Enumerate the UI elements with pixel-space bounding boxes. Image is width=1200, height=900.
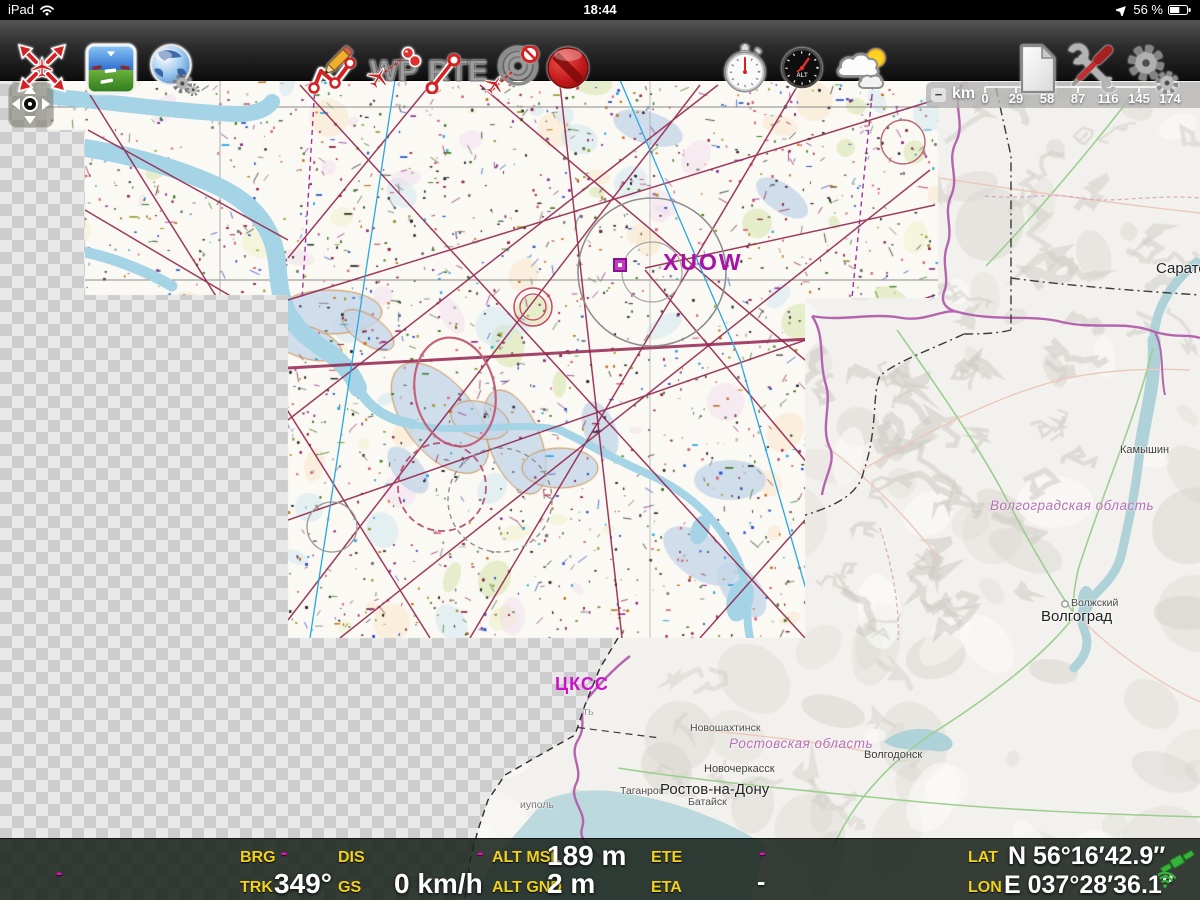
app-screen: Саратов Камышин Волгоградская область Во… [0, 0, 1200, 900]
lat-value: N 56°16′42.9″ [1008, 842, 1165, 871]
altimeter-button[interactable]: ALT [780, 46, 824, 90]
eta-value: - [757, 868, 765, 897]
city-label-novoshakhtinsk: Новошахтинск [690, 722, 760, 734]
region-label-volgograd-oblast: Волгоградская область [990, 498, 1154, 513]
city-label-taganrog: Таганрог [620, 785, 663, 797]
location-services-icon [1116, 4, 1128, 16]
battery-icon [1168, 4, 1192, 16]
eta-label: ETA [651, 879, 682, 897]
globe-settings-button[interactable] [146, 42, 200, 96]
fit-plane-button[interactable] [16, 42, 68, 94]
route-edit-button[interactable] [306, 46, 362, 94]
pan-down-arrow-icon [24, 116, 36, 124]
center-position-dot-icon [22, 96, 38, 112]
clock-label: 18:44 [0, 2, 1200, 17]
chart-label-xuow: XUOW [663, 249, 743, 276]
brg-label: BRG [240, 849, 276, 867]
city-label-rostov-na-donu: Ростов-на-Дону [660, 781, 769, 798]
stopwatch-button[interactable] [722, 44, 768, 94]
alt-gnd-value: 2 m [547, 868, 595, 900]
weather-button[interactable] [834, 46, 890, 92]
city-label-kamyshin: Камышин [1120, 444, 1169, 456]
city-label-bataysk: Батайск [688, 796, 727, 808]
lon-value: E 037°28′36.1″ [1004, 871, 1174, 900]
nav-left-flag: - [56, 863, 62, 885]
svg-text:ALT: ALT [796, 73, 808, 79]
direct-to-cancel-button[interactable] [486, 46, 542, 94]
map-tiles-canvas [0, 0, 1200, 900]
trk-label: TRK [240, 879, 273, 897]
document-button[interactable] [1016, 44, 1058, 94]
chart-label-ckss: ЦКСС [555, 674, 609, 695]
chart-waypoint-square-marker [613, 258, 627, 272]
pan-left-arrow-icon [12, 98, 20, 110]
map-3d-view-button[interactable] [84, 42, 138, 96]
region-label-rostov-oblast: Ростовская область [729, 736, 873, 751]
map-features-layer [0, 0, 1200, 900]
waypoint-button[interactable]: WP [364, 46, 424, 94]
stop-navigation-button[interactable] [542, 42, 594, 94]
ios-status-bar: iPad 18:44 56 % [0, 0, 1200, 20]
main-toolbar: WP RTE [0, 20, 1200, 81]
city-label-novocherkassk: Новочеркасск [704, 763, 775, 775]
map-viewport[interactable]: Саратов Камышин Волгоградская область Во… [0, 0, 1200, 900]
city-label-volgograd: Волгоград [1041, 608, 1112, 625]
scale-tick-label: 0 [970, 91, 1000, 106]
gs-label: GS [338, 879, 361, 897]
dis-label: DIS [338, 849, 365, 867]
label-partial-text: ть [583, 706, 594, 718]
alt-msl-flag: - [477, 843, 483, 865]
ete-value: - [759, 843, 765, 865]
lat-label: LAT [968, 849, 998, 867]
tools-button[interactable] [1066, 44, 1118, 94]
route-button[interactable]: RTE [424, 46, 486, 94]
city-label-mariupol-partial: иуполь [520, 799, 554, 811]
city-label-volgodonsk: Волгодонск [864, 749, 922, 761]
battery-percent-label: 56 % [1133, 2, 1163, 17]
nav-data-bar: - BRG - DIS TRK 349° GS 0 km/h - ALT MSL… [0, 838, 1200, 900]
gs-value: 0 km/h [394, 868, 483, 900]
pan-right-arrow-icon [42, 98, 50, 110]
lon-label: LON [968, 879, 1002, 897]
city-label-volzhsky: Волжский [1071, 597, 1118, 609]
trk-value: 349° [274, 868, 332, 900]
osm-features [470, 84, 1200, 900]
city-label-saratov: Саратов [1156, 260, 1200, 277]
ete-label: ETE [651, 849, 682, 867]
settings-gears-button[interactable] [1126, 44, 1178, 94]
brg-value: - [281, 843, 287, 865]
gps-satellite-icon [1158, 847, 1196, 891]
chart-features [47, 80, 938, 638]
